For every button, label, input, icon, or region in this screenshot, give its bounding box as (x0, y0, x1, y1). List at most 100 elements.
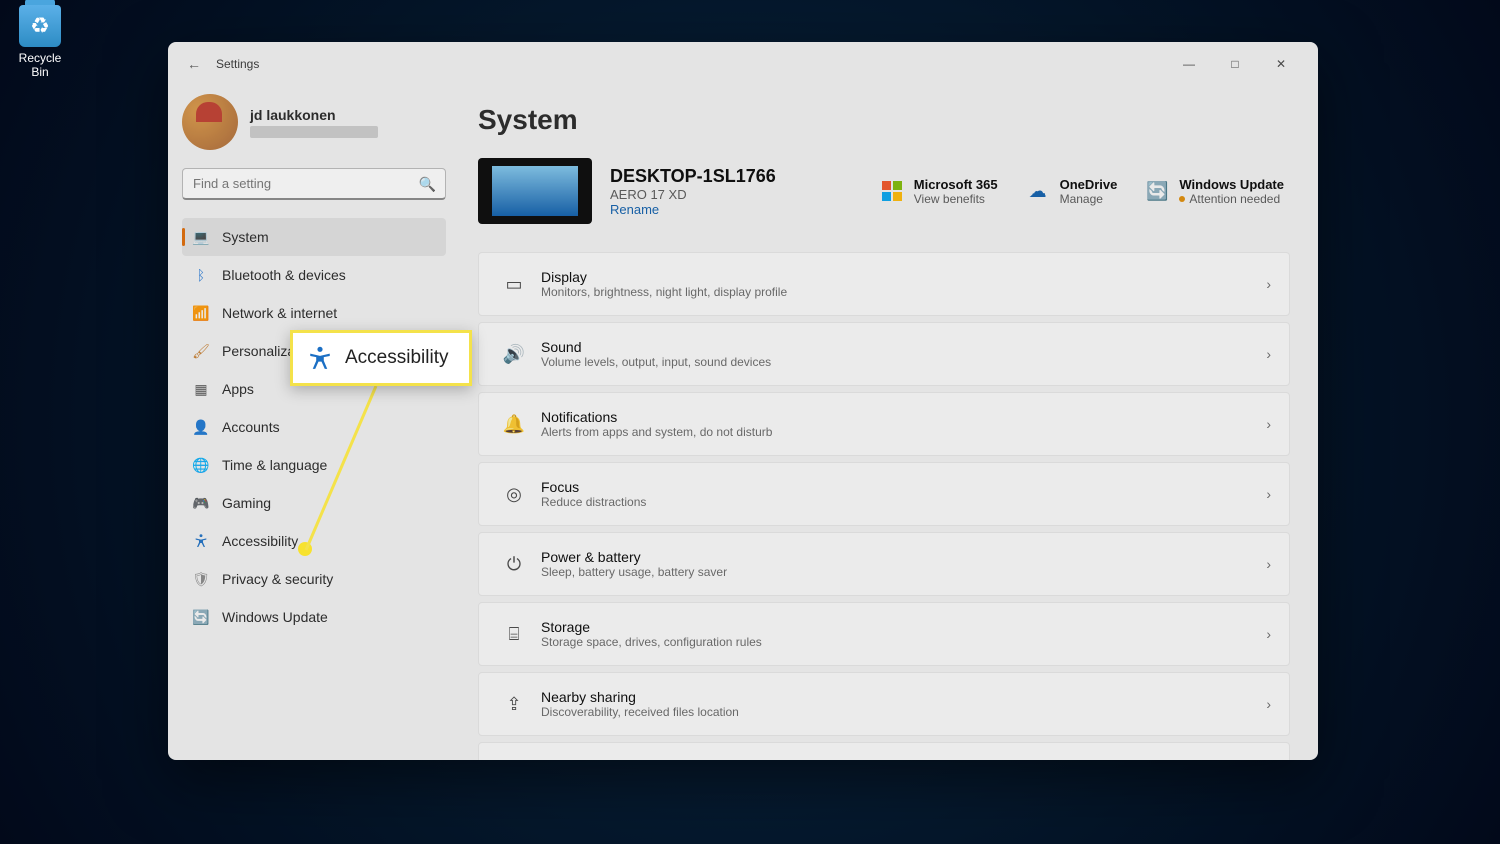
gamepad-icon: 🎮 (192, 494, 210, 512)
system-icon: 💻 (192, 228, 210, 246)
sidebar-item-accessibility[interactable]: Accessibility (182, 522, 446, 560)
recycle-bin[interactable]: Recycle Bin (10, 5, 70, 79)
quick-label: OneDrive (1060, 177, 1118, 192)
settings-window: ← Settings ― □ ✕ jd laukkonen 🔍 💻 System (168, 42, 1318, 760)
nav-list: 💻 System ᛒ Bluetooth & devices 📶Network & … (182, 218, 446, 636)
main-pane: System DESKTOP-1SL1766 AERO 17 XD Rename… (460, 86, 1318, 760)
settings-card-power-battery[interactable]: ⏻Power & batterySleep, battery usage, ba… (478, 532, 1290, 596)
focus-icon: ◎ (497, 484, 531, 505)
sound-icon: 🔊 (497, 344, 531, 365)
card-subtitle: Alerts from apps and system, do not dist… (541, 425, 772, 439)
sync-icon: 🔄 (192, 608, 210, 626)
card-subtitle: Storage space, drives, configuration rul… (541, 635, 762, 649)
quick-label: Microsoft 365 (914, 177, 998, 192)
back-button[interactable]: ← (182, 52, 206, 76)
attention-dot (1179, 196, 1185, 202)
callout-accessibility: Accessibility (290, 330, 472, 386)
callout-label: Accessibility (345, 347, 448, 369)
sidebar-item-accounts[interactable]: 👤 Accounts (182, 408, 446, 446)
settings-card-multitasking[interactable]: ◫Multitasking› (478, 742, 1290, 760)
search-box[interactable]: 🔍 (182, 168, 446, 200)
device-model: AERO 17 XD (610, 187, 776, 202)
chevron-right-icon: › (1266, 696, 1271, 712)
person-icon: 👤 (192, 418, 210, 436)
user-email-redacted (250, 126, 378, 138)
close-button[interactable]: ✕ (1258, 48, 1304, 80)
card-subtitle: Reduce distractions (541, 495, 646, 509)
quick-label: Windows Update (1179, 177, 1284, 192)
settings-card-display[interactable]: ▭ DisplayMonitors, brightness, night ligh… (478, 252, 1290, 316)
wifi-icon: 📶 (192, 304, 210, 322)
card-subtitle: Monitors, brightness, night light, displ… (541, 285, 787, 299)
apps-icon: ▦ (192, 380, 210, 398)
settings-card-focus[interactable]: ◎ FocusReduce distractions › (478, 462, 1290, 526)
device-name: DESKTOP-1SL1766 (610, 166, 776, 187)
sidebar-item-bluetooth[interactable]: ᛒ Bluetooth & devices (182, 256, 446, 294)
chevron-right-icon: › (1266, 486, 1271, 502)
sync-icon: 🔄 (1145, 179, 1169, 203)
sidebar-label: Windows Update (222, 609, 328, 625)
card-subtitle: Volume levels, output, input, sound devi… (541, 355, 771, 369)
quick-onedrive[interactable]: ☁ OneDriveManage (1026, 177, 1118, 206)
chevron-right-icon: › (1266, 276, 1271, 292)
sidebar-item-time[interactable]: 🌐 Time & language (182, 446, 446, 484)
quick-sub: View benefits (914, 192, 998, 206)
quick-sub: Manage (1060, 192, 1118, 206)
page-title: System (478, 104, 1290, 136)
globe-icon: 🌐 (192, 456, 210, 474)
sidebar-item-system[interactable]: 💻 System (182, 218, 446, 256)
bluetooth-icon: ᛒ (192, 266, 210, 284)
sidebar-label: Privacy & security (222, 571, 333, 587)
app-title: Settings (216, 57, 259, 71)
sidebar-item-network[interactable]: 📶Network & internet (182, 294, 446, 332)
card-subtitle: Sleep, battery usage, battery saver (541, 565, 727, 579)
cloud-icon: ☁ (1026, 179, 1050, 203)
quick-update[interactable]: 🔄 Windows UpdateAttention needed (1145, 177, 1284, 206)
user-block[interactable]: jd laukkonen (182, 94, 446, 150)
card-title: Display (541, 269, 787, 285)
display-icon: ▭ (497, 274, 531, 295)
settings-card-sound[interactable]: 🔊 SoundVolume levels, output, input, soun… (478, 322, 1290, 386)
sidebar-label: Accounts (222, 419, 280, 435)
quick-m365[interactable]: Microsoft 365View benefits (880, 177, 998, 206)
sidebar-label: Gaming (222, 495, 271, 511)
sidebar-label: Apps (222, 381, 254, 397)
sidebar-item-privacy[interactable]: 🛡 Privacy & security (182, 560, 446, 598)
settings-card-storage[interactable]: ⌸StorageStorage space, drives, configura… (478, 602, 1290, 666)
sidebar-label: Accessibility (222, 533, 298, 549)
recycle-bin-label: Recycle Bin (10, 51, 70, 79)
card-title: Focus (541, 479, 646, 495)
accessibility-icon (192, 532, 210, 550)
search-icon: 🔍 (419, 176, 436, 193)
window-controls: ― □ ✕ (1166, 48, 1304, 80)
maximize-button[interactable]: □ (1212, 48, 1258, 80)
titlebar: ← Settings ― □ ✕ (168, 42, 1318, 86)
power-icon: ⏻ (497, 554, 531, 575)
sidebar-item-gaming[interactable]: 🎮 Gaming (182, 484, 446, 522)
device-thumb (478, 158, 592, 224)
settings-card-nearby-sharing[interactable]: ⇪ Nearby sharingDiscoverability, received… (478, 672, 1290, 736)
bell-icon: 🔔 (497, 414, 531, 435)
minimize-button[interactable]: ― (1166, 48, 1212, 80)
settings-list: ▭ DisplayMonitors, brightness, night ligh… (478, 252, 1290, 760)
settings-card-notifications[interactable]: 🔔 NotificationsAlerts from apps and syste… (478, 392, 1290, 456)
rename-link[interactable]: Rename (610, 202, 776, 217)
chevron-right-icon: › (1266, 346, 1271, 362)
sidebar-item-update[interactable]: 🔄 Windows Update (182, 598, 446, 636)
card-subtitle: Discoverability, received files location (541, 705, 739, 719)
sidebar-label: Bluetooth & devices (222, 267, 346, 283)
card-title: Nearby sharing (541, 689, 739, 705)
sidebar-label: Time & language (222, 457, 327, 473)
shield-icon: 🛡 (192, 570, 210, 588)
brush-icon: 🖌 (192, 342, 210, 360)
user-name: jd laukkonen (250, 107, 378, 123)
sidebar-label: System (222, 229, 269, 245)
system-header: DESKTOP-1SL1766 AERO 17 XD Rename Micros… (478, 158, 1290, 224)
card-title: Sound (541, 339, 771, 355)
card-title: Notifications (541, 409, 772, 425)
search-input[interactable] (182, 168, 446, 200)
share-icon: ⇪ (497, 694, 531, 715)
avatar (182, 94, 238, 150)
chevron-right-icon: › (1266, 416, 1271, 432)
quick-sub: Attention needed (1179, 192, 1284, 206)
